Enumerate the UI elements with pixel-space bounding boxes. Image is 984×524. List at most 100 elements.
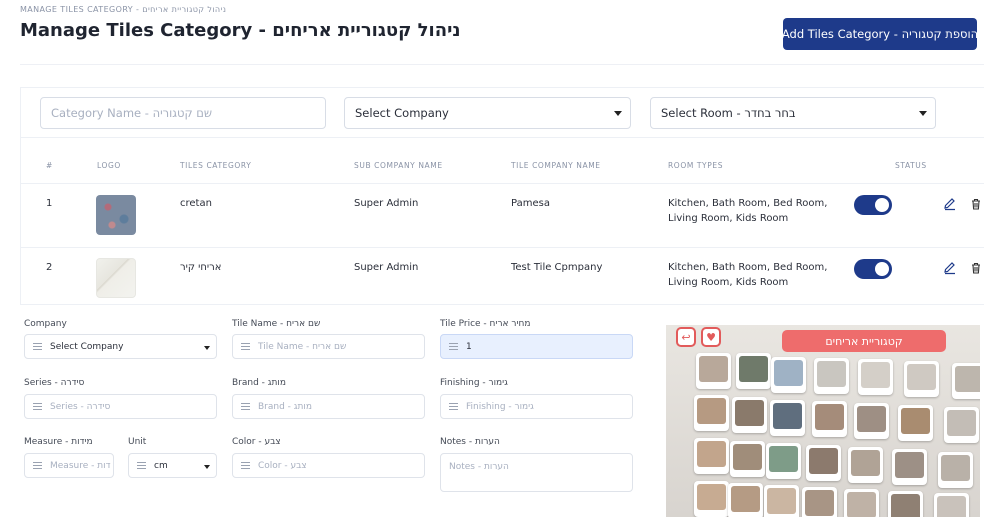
chevron-down-icon (919, 111, 927, 116)
category-name-filter-input[interactable]: Category Name - שם קטגוריה (40, 97, 326, 129)
room-types-line: Kitchen, Bath Room, Bed Room, (668, 262, 828, 273)
chevron-down-icon (204, 346, 210, 350)
tile-thumbnail (696, 353, 731, 389)
tile-thumbnail (898, 405, 933, 441)
tile-name-input[interactable]: Tile Name - שם אריח (232, 334, 425, 359)
list-icon (33, 343, 42, 350)
series-input[interactable]: Series - סידרה (24, 394, 217, 419)
edit-icon[interactable] (943, 261, 957, 275)
sub-company-name: Super Admin (354, 198, 419, 209)
tile-thumbnail (892, 449, 927, 485)
breadcrumb: MANAGE TILES CATEGORY - ניהול קטגוריית א… (20, 5, 227, 14)
tile-thumbnail (766, 443, 801, 479)
notes-textarea[interactable]: Notes - הערות (440, 453, 633, 492)
add-tiles-category-button[interactable]: Add Tiles Category - הוספת קטגוריה (782, 18, 978, 50)
room-types-line: Living Room, Kids Room (668, 277, 789, 288)
tile-thumbnail (694, 395, 729, 431)
tile-thumbnail (694, 438, 729, 474)
column-header-tiles-category: TILES CATEGORY (180, 161, 252, 170)
column-header-room-types: ROOM TYPES (668, 161, 724, 170)
room-types-line: Kitchen, Bath Room, Bed Room, (668, 198, 828, 209)
measure-input[interactable]: Measure - דות (24, 453, 114, 478)
toggle-knob (875, 198, 889, 212)
heart-icon: ♥ (701, 327, 721, 347)
status-toggle[interactable] (854, 195, 892, 215)
company-label: Company (24, 319, 67, 329)
unit-label: Unit (128, 437, 147, 447)
sub-company-name: Super Admin (354, 262, 419, 273)
tile-thumbnail (770, 400, 805, 436)
app-preview-screenshot: ↩ ♥ קטגוריית אריחים (666, 325, 980, 517)
back-arrow-icon: ↩ (676, 327, 696, 347)
finishing-placeholder: Finishing - גימור (466, 401, 534, 412)
tile-thumbnail (854, 403, 889, 439)
column-header-sub-company: SUB COMPANY NAME (354, 161, 443, 170)
room-types-line: Living Room, Kids Room (668, 213, 789, 224)
company-select-value: Select Company (50, 341, 124, 352)
column-header-tile-company: TILE COMPANY NAME (511, 161, 601, 170)
row-divider (20, 247, 984, 248)
tile-thumbnail (736, 353, 771, 389)
delete-icon[interactable] (969, 197, 983, 211)
row-number: 1 (46, 198, 53, 209)
tile-thumbnail (938, 452, 973, 488)
tile-name-placeholder: Tile Name - שם אריח (258, 341, 347, 352)
list-icon (241, 403, 250, 410)
tile-thumbnail (952, 363, 980, 399)
tile-thumbnail (844, 489, 879, 517)
tile-thumbnail (764, 485, 799, 517)
tile-price-label: Tile Price - מחיר אריח (440, 319, 531, 329)
measure-label: Measure - מידות (24, 437, 93, 447)
tile-price-value: 1 (466, 341, 472, 352)
category-logo-image (96, 258, 136, 298)
color-input[interactable]: Color - צבע (232, 453, 425, 478)
color-label: Color - צבע (232, 437, 281, 447)
tile-thumbnail (934, 493, 969, 517)
company-filter-select[interactable]: Select Company (344, 97, 631, 129)
tile-company-name: Pamesa (511, 198, 550, 209)
tile-thumbnail (771, 357, 806, 393)
tile-thumbnail (728, 483, 763, 517)
tile-thumbnail (730, 441, 765, 477)
brand-input[interactable]: Brand - מותג (232, 394, 425, 419)
list-icon (137, 462, 146, 469)
brand-placeholder: Brand - מותג (258, 401, 312, 412)
company-select[interactable]: Select Company (24, 334, 217, 359)
measure-placeholder: Measure - דות (50, 460, 111, 471)
tile-thumbnail (802, 487, 837, 517)
finishing-input[interactable]: Finishing - גימור (440, 394, 633, 419)
list-icon (449, 343, 458, 350)
app-preview-title: קטגוריית אריחים (782, 330, 946, 352)
category-name: אריחי קיר (180, 262, 222, 273)
tile-thumbnail (888, 491, 923, 517)
tile-thumbnail (904, 361, 939, 397)
chevron-down-icon (204, 465, 210, 469)
tile-thumbnail (806, 445, 841, 481)
delete-icon[interactable] (969, 261, 983, 275)
room-filter-select[interactable]: Select Room - בחר בחדר (650, 97, 936, 129)
tile-thumbnail (944, 407, 979, 443)
list-icon (449, 403, 458, 410)
tile-thumbnail (812, 401, 847, 437)
toggle-knob (875, 262, 889, 276)
tile-company-name: Test Tile Cpmpany (511, 262, 603, 273)
tile-name-label: Tile Name - שם אריח (232, 319, 321, 329)
series-label: Series - סידרה (24, 378, 85, 388)
page-title: Manage Tiles Category - ניהול קטגוריית א… (20, 20, 461, 41)
list-icon (241, 462, 250, 469)
color-placeholder: Color - צבע (258, 460, 307, 471)
table-header-row (21, 137, 984, 184)
unit-select[interactable]: cm (128, 453, 217, 478)
column-header-status: STATUS (895, 161, 927, 170)
tile-price-input[interactable]: 1 (440, 334, 633, 359)
tile-thumbnail (848, 447, 883, 483)
series-placeholder: Series - סידרה (50, 401, 111, 412)
finishing-label: Finishing - גימור (440, 378, 508, 388)
status-toggle[interactable] (854, 259, 892, 279)
unit-select-value: cm (154, 460, 168, 471)
edit-icon[interactable] (943, 197, 957, 211)
chevron-down-icon (614, 111, 622, 116)
header-divider (20, 64, 984, 65)
category-logo-image (96, 195, 136, 235)
tile-thumbnail (814, 358, 849, 394)
